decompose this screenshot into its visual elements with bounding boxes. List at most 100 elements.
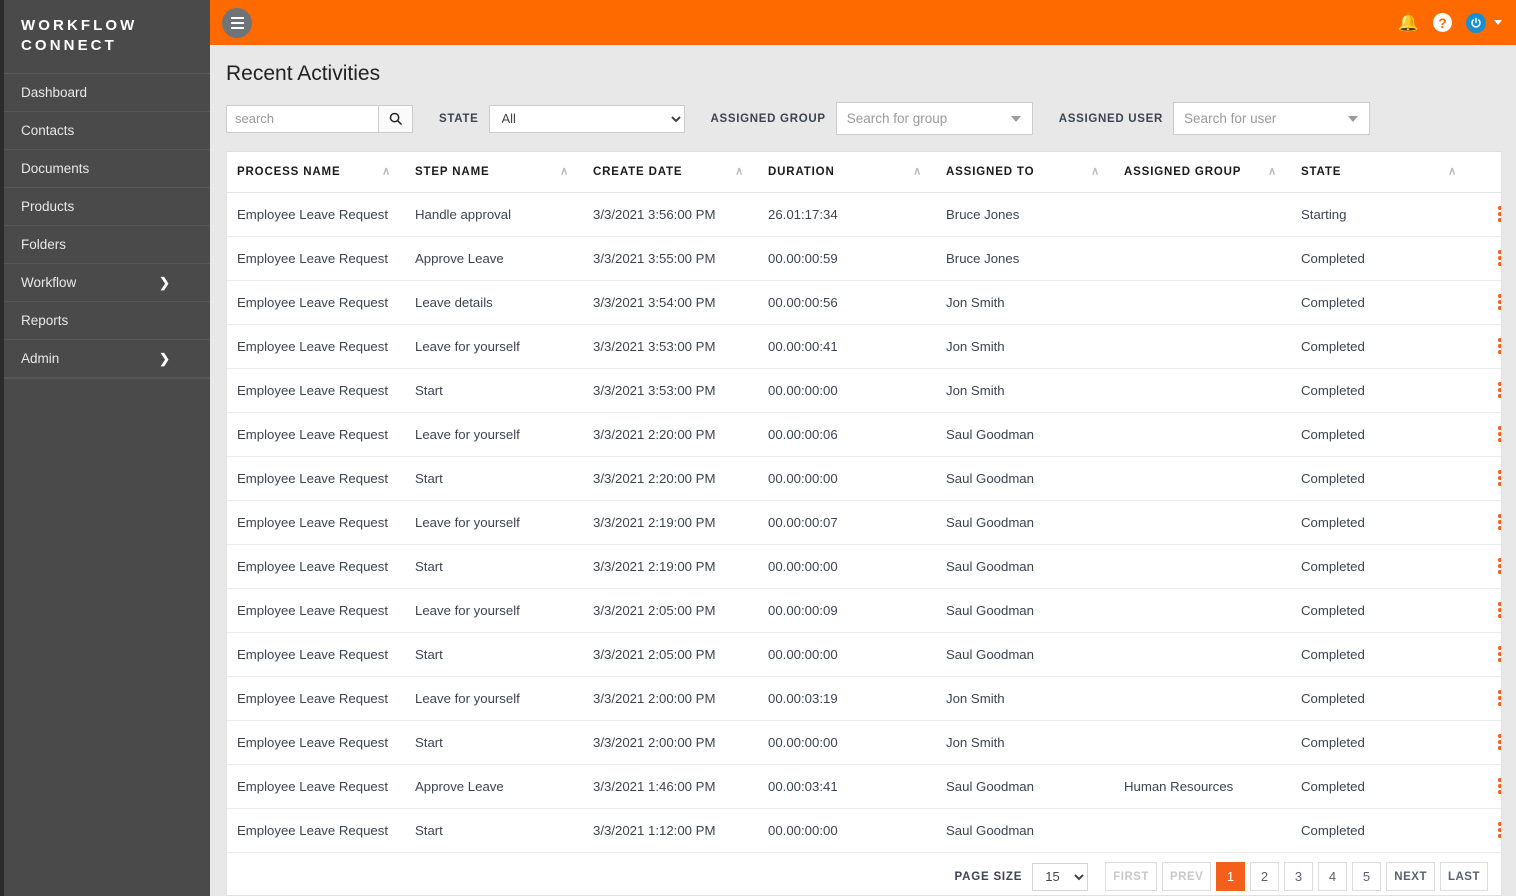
kebab-menu-icon[interactable]: [1491, 602, 1501, 618]
column-header-dur[interactable]: DURATION ∧: [758, 152, 936, 193]
chevron-down-icon[interactable]: [1494, 20, 1502, 25]
cell-user: Saul Goodman: [936, 808, 1114, 853]
sort-caret-icon[interactable]: ∧: [735, 166, 744, 177]
table-row[interactable]: Employee Leave Request Start 3/3/2021 3:53…: [227, 368, 1501, 413]
cell-step: Leave for yourself: [405, 676, 583, 721]
cell-dur: 00.00:03:19: [758, 676, 936, 721]
cell-user: Jon Smith: [936, 280, 1114, 325]
cell-date: 3/3/2021 2:05:00 PM: [583, 588, 758, 633]
sort-caret-icon[interactable]: ∧: [382, 166, 391, 177]
page-button-3[interactable]: 3: [1284, 862, 1314, 891]
next-page-button[interactable]: NEXT: [1386, 862, 1435, 891]
sort-caret-icon[interactable]: ∧: [913, 166, 922, 177]
sidebar-item-dashboard[interactable]: Dashboard: [4, 74, 210, 112]
kebab-menu-icon[interactable]: [1491, 382, 1501, 398]
cell-user: Jon Smith: [936, 676, 1114, 721]
search-input[interactable]: [226, 104, 378, 133]
column-header-label: ASSIGNED GROUP: [1124, 165, 1242, 178]
brand-logo[interactable]: WORKFLOW CONNECT: [4, 0, 210, 74]
power-icon[interactable]: [1466, 12, 1486, 33]
cell-actions: [1471, 544, 1501, 589]
column-header-date[interactable]: CREATE DATE ∧: [583, 152, 758, 193]
table-row[interactable]: Employee Leave Request Leave for yourself…: [227, 676, 1501, 721]
assigned-group-placeholder: Search for group: [846, 111, 948, 126]
sort-caret-icon[interactable]: ∧: [1268, 166, 1277, 177]
table-row[interactable]: Employee Leave Request Leave details 3/3/2…: [227, 280, 1501, 325]
column-header-label: ASSIGNED TO: [946, 165, 1035, 178]
prev-page-button[interactable]: PREV: [1161, 862, 1212, 891]
table-row[interactable]: Employee Leave Request Leave for yourself…: [227, 500, 1501, 545]
cell-user: Saul Goodman: [936, 764, 1114, 809]
assigned-group-combobox[interactable]: Search for group: [835, 102, 1033, 135]
kebab-menu-icon[interactable]: [1491, 734, 1501, 750]
kebab-menu-icon[interactable]: [1491, 206, 1501, 222]
search-button[interactable]: [378, 104, 413, 133]
sidebar-item-products[interactable]: Products: [4, 188, 210, 226]
kebab-menu-icon[interactable]: [1491, 470, 1501, 486]
column-header-group[interactable]: ASSIGNED GROUP ∧: [1114, 152, 1291, 193]
hamburger-icon[interactable]: [222, 7, 252, 38]
sidebar-item-label: Dashboard: [21, 85, 88, 100]
cell-process: Employee Leave Request: [227, 456, 405, 501]
kebab-menu-icon[interactable]: [1491, 558, 1501, 574]
sidebar-item-workflow[interactable]: Workflow ❯: [4, 264, 210, 302]
table-row[interactable]: Employee Leave Request Leave for yourself…: [227, 588, 1501, 633]
page-button-1[interactable]: 1: [1216, 862, 1246, 891]
cell-dur: 00.00:00:00: [758, 720, 936, 765]
cell-group: [1114, 544, 1291, 589]
kebab-menu-icon[interactable]: [1491, 338, 1501, 354]
sort-caret-icon[interactable]: ∧: [560, 166, 569, 177]
sidebar-item-reports[interactable]: Reports: [4, 302, 210, 340]
first-page-button[interactable]: FIRST: [1105, 862, 1157, 891]
page-size-select[interactable]: 152550100: [1032, 862, 1089, 891]
kebab-menu-icon[interactable]: [1491, 250, 1501, 266]
kebab-menu-icon[interactable]: [1491, 646, 1501, 662]
table-row[interactable]: Employee Leave Request Approve Leave 3/3/2…: [227, 764, 1501, 809]
activities-card: PROCESS NAME ∧ STEP NAME ∧ CREATE DATE ∧ DURAT…: [226, 151, 1502, 896]
page-button-4[interactable]: 4: [1318, 862, 1348, 891]
table-row[interactable]: Employee Leave Request Start 3/3/2021 2:20…: [227, 456, 1501, 501]
column-header-step[interactable]: STEP NAME ∧: [405, 152, 583, 193]
cell-actions: [1471, 500, 1501, 545]
table-row[interactable]: Employee Leave Request Start 3/3/2021 2:19…: [227, 544, 1501, 589]
last-page-button[interactable]: LAST: [1439, 862, 1488, 891]
column-header-user[interactable]: ASSIGNED TO ∧: [936, 152, 1114, 193]
cell-dur: 00.00:00:00: [758, 808, 936, 853]
kebab-menu-icon[interactable]: [1491, 514, 1501, 530]
cell-date: 3/3/2021 2:20:00 PM: [583, 456, 758, 501]
sidebar-item-documents[interactable]: Documents: [4, 150, 210, 188]
cell-dur: 00.00:00:59: [758, 236, 936, 281]
state-select[interactable]: All: [488, 104, 685, 133]
table-row[interactable]: Employee Leave Request Handle approval 3/3…: [227, 192, 1501, 237]
kebab-menu-icon[interactable]: [1491, 294, 1501, 310]
sidebar-item-label: Products: [21, 199, 75, 214]
kebab-menu-icon[interactable]: [1491, 426, 1501, 442]
column-header-process[interactable]: PROCESS NAME ∧: [227, 152, 405, 193]
table-row[interactable]: Employee Leave Request Leave for yourself…: [227, 324, 1501, 369]
table-row[interactable]: Employee Leave Request Start 3/3/2021 2:00…: [227, 720, 1501, 765]
assigned-user-combobox[interactable]: Search for user: [1173, 102, 1371, 135]
column-header-state[interactable]: STATE ∧: [1291, 152, 1471, 193]
help-icon[interactable]: ?: [1433, 13, 1452, 32]
sort-caret-icon[interactable]: ∧: [1448, 166, 1457, 177]
kebab-menu-icon[interactable]: [1491, 822, 1501, 838]
sort-caret-icon[interactable]: ∧: [1091, 166, 1100, 177]
cell-date: 3/3/2021 2:19:00 PM: [583, 500, 758, 545]
cell-group: [1114, 456, 1291, 501]
bell-icon[interactable]: 🔔: [1398, 14, 1419, 31]
sidebar-item-contacts[interactable]: Contacts: [4, 112, 210, 150]
sidebar-item-folders[interactable]: Folders: [4, 226, 210, 264]
page-button-5[interactable]: 5: [1352, 862, 1382, 891]
page-button-2[interactable]: 2: [1250, 862, 1280, 891]
cell-process: Employee Leave Request: [227, 720, 405, 765]
table-row[interactable]: Employee Leave Request Approve Leave 3/3/2…: [227, 236, 1501, 281]
table-row[interactable]: Employee Leave Request Leave for yourself…: [227, 412, 1501, 457]
sidebar-item-admin[interactable]: Admin ❯: [4, 340, 210, 378]
table-row[interactable]: Employee Leave Request Start 3/3/2021 2:05…: [227, 632, 1501, 677]
table-row[interactable]: Employee Leave Request Start 3/3/2021 1:12…: [227, 808, 1501, 853]
kebab-menu-icon[interactable]: [1491, 690, 1501, 706]
cell-actions: [1471, 808, 1501, 853]
cell-process: Employee Leave Request: [227, 500, 405, 545]
help-glyph: ?: [1433, 13, 1452, 32]
kebab-menu-icon[interactable]: [1491, 778, 1501, 794]
